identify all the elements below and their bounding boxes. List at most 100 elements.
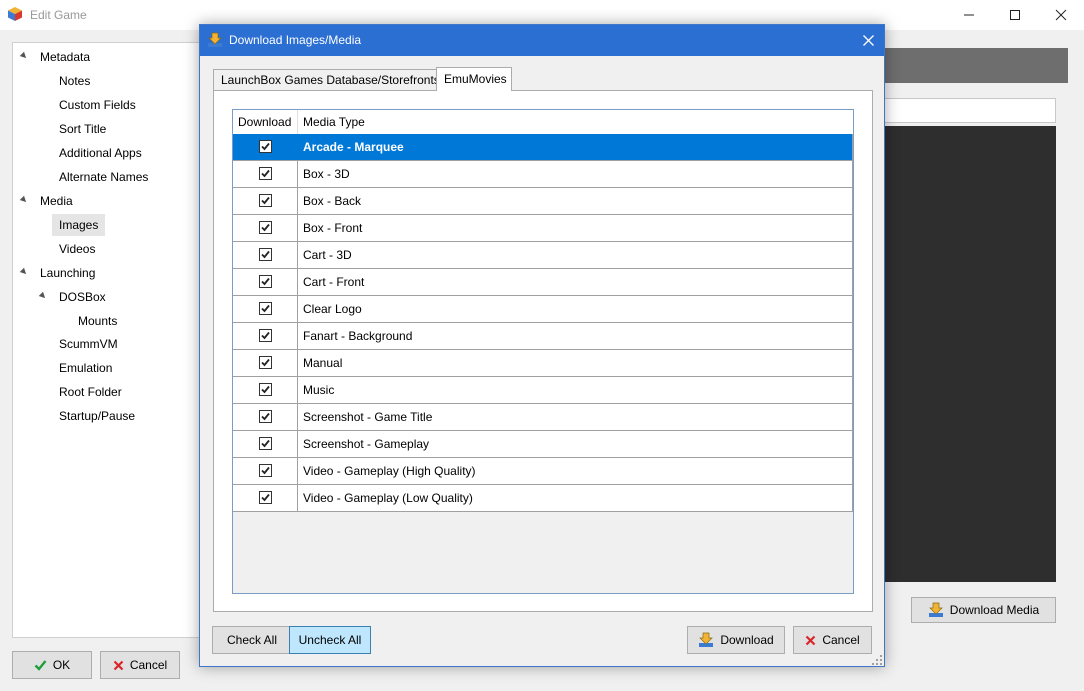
ok-button[interactable]: OK	[12, 651, 92, 679]
download-media-dialog: Download Images/Media LaunchBox Games Da…	[199, 24, 885, 667]
download-checkbox[interactable]	[259, 221, 272, 234]
download-checkbox[interactable]	[259, 140, 272, 153]
table-row[interactable]: Box - Back	[233, 188, 853, 215]
media-type-cell: Box - 3D	[303, 167, 350, 181]
grid-header: Download Media Type	[233, 110, 853, 134]
download-checkbox[interactable]	[259, 491, 272, 504]
tree-item-mounts[interactable]: Mounts	[78, 310, 117, 332]
tree-item-alternate-names[interactable]: Alternate Names	[59, 166, 148, 188]
check-icon	[261, 304, 270, 313]
tree-item-scummvm[interactable]: ScummVM	[59, 333, 118, 355]
media-type-cell: Video - Gameplay (Low Quality)	[303, 491, 473, 505]
download-cell	[233, 458, 298, 484]
table-row[interactable]: Cart - 3D	[233, 242, 853, 269]
download-checkbox[interactable]	[259, 329, 272, 342]
tree-item-notes[interactable]: Notes	[59, 70, 90, 92]
tree-item-additional-apps[interactable]: Additional Apps	[59, 142, 142, 164]
download-button[interactable]: Download	[687, 626, 785, 654]
image-filter-input[interactable]	[884, 98, 1056, 123]
check-icon	[261, 439, 270, 448]
expanded-arrow-icon[interactable]	[38, 291, 48, 301]
download-checkbox[interactable]	[259, 437, 272, 450]
download-checkbox[interactable]	[259, 464, 272, 477]
tree-item-images[interactable]: Images	[52, 214, 106, 236]
table-row[interactable]: Cart - Front	[233, 269, 853, 296]
table-row[interactable]: Arcade - Marquee	[233, 134, 853, 161]
check-icon	[34, 660, 47, 671]
media-type-cell: Fanart - Background	[303, 329, 413, 343]
resize-grip-icon[interactable]	[872, 655, 882, 665]
download-label: Download	[720, 633, 774, 647]
download-media-button[interactable]: Download Media	[911, 597, 1056, 623]
tree-item-sort-title[interactable]: Sort Title	[59, 118, 106, 140]
column-header-download[interactable]: Download	[233, 110, 298, 134]
x-icon	[113, 660, 124, 670]
tree-item-launching[interactable]: Launching	[40, 262, 95, 284]
check-icon	[261, 358, 270, 367]
download-cell	[233, 161, 298, 187]
download-checkbox[interactable]	[259, 410, 272, 423]
table-row[interactable]: Video - Gameplay (Low Quality)	[233, 485, 853, 512]
table-row[interactable]: Screenshot - Game Title	[233, 404, 853, 431]
table-row[interactable]: Clear Logo	[233, 296, 853, 323]
table-row[interactable]: Fanart - Background	[233, 323, 853, 350]
media-type-cell: Manual	[303, 356, 343, 370]
minimize-button[interactable]	[946, 0, 992, 30]
download-cell	[233, 404, 298, 430]
table-row[interactable]: Box - Front	[233, 215, 853, 242]
close-window-button[interactable]	[1038, 0, 1084, 30]
check-icon	[261, 196, 270, 205]
grid-right-border	[852, 134, 853, 512]
download-cell	[233, 485, 298, 511]
tree-item-root-folder[interactable]: Root Folder	[59, 381, 122, 403]
dialog-close-button[interactable]	[852, 25, 884, 56]
download-arrow-icon	[928, 602, 943, 617]
dialog-titlebar: Download Images/Media	[200, 25, 884, 56]
expanded-arrow-icon[interactable]	[19, 51, 29, 61]
download-cell	[233, 323, 298, 349]
launchbox-cube-icon	[8, 7, 22, 21]
tree-item-emulation[interactable]: Emulation	[59, 357, 112, 379]
table-row[interactable]: Video - Gameplay (High Quality)	[233, 458, 853, 485]
download-checkbox[interactable]	[259, 356, 272, 369]
expanded-arrow-icon[interactable]	[19, 267, 29, 277]
tree-item-dosbox[interactable]: DOSBox	[59, 286, 106, 308]
table-row[interactable]: Box - 3D	[233, 161, 853, 188]
maximize-button[interactable]	[992, 0, 1038, 30]
tree-item-metadata[interactable]: Metadata	[40, 46, 90, 68]
tree-item-startup-pause[interactable]: Startup/Pause	[59, 405, 135, 427]
media-type-cell: Cart - Front	[303, 275, 365, 289]
download-checkbox[interactable]	[259, 194, 272, 207]
tree-item-custom-fields[interactable]: Custom Fields	[59, 94, 136, 116]
media-type-cell: Video - Gameplay (High Quality)	[303, 464, 476, 478]
tree-item-videos[interactable]: Videos	[59, 238, 95, 260]
media-type-cell: Clear Logo	[303, 302, 362, 316]
tab-launchbox-games-database[interactable]: LaunchBox Games Database/Storefronts	[213, 69, 440, 91]
table-row[interactable]: Screenshot - Gameplay	[233, 431, 853, 458]
column-header-media-type[interactable]: Media Type	[298, 110, 853, 134]
download-checkbox[interactable]	[259, 302, 272, 315]
download-checkbox[interactable]	[259, 383, 272, 396]
tree-item-media[interactable]: Media	[40, 190, 73, 212]
expanded-arrow-icon[interactable]	[19, 195, 29, 205]
table-row[interactable]: Manual	[233, 350, 853, 377]
media-type-grid: Download Media Type Arcade - Marquee Box …	[232, 109, 854, 594]
media-type-cell: Music	[303, 383, 335, 397]
download-checkbox[interactable]	[259, 248, 272, 261]
check-all-button[interactable]: Check All	[212, 626, 292, 654]
check-icon	[261, 142, 270, 151]
cancel-button[interactable]: Cancel	[100, 651, 180, 679]
window-title: Edit Game	[30, 8, 87, 22]
media-type-cell: Box - Front	[303, 221, 363, 235]
dialog-cancel-button[interactable]: Cancel	[793, 626, 872, 654]
uncheck-all-label: Uncheck All	[298, 633, 362, 647]
media-type-cell: Arcade - Marquee	[303, 140, 404, 154]
download-checkbox[interactable]	[259, 167, 272, 180]
download-checkbox[interactable]	[259, 275, 272, 288]
table-row[interactable]: Music	[233, 377, 853, 404]
uncheck-all-button[interactable]: Uncheck All	[289, 626, 371, 654]
check-icon	[261, 412, 270, 421]
download-cell	[233, 134, 298, 160]
tab-emumovies[interactable]: EmuMovies	[436, 67, 512, 91]
emumovies-tab-panel: Download Media Type Arcade - Marquee Box …	[213, 90, 873, 612]
